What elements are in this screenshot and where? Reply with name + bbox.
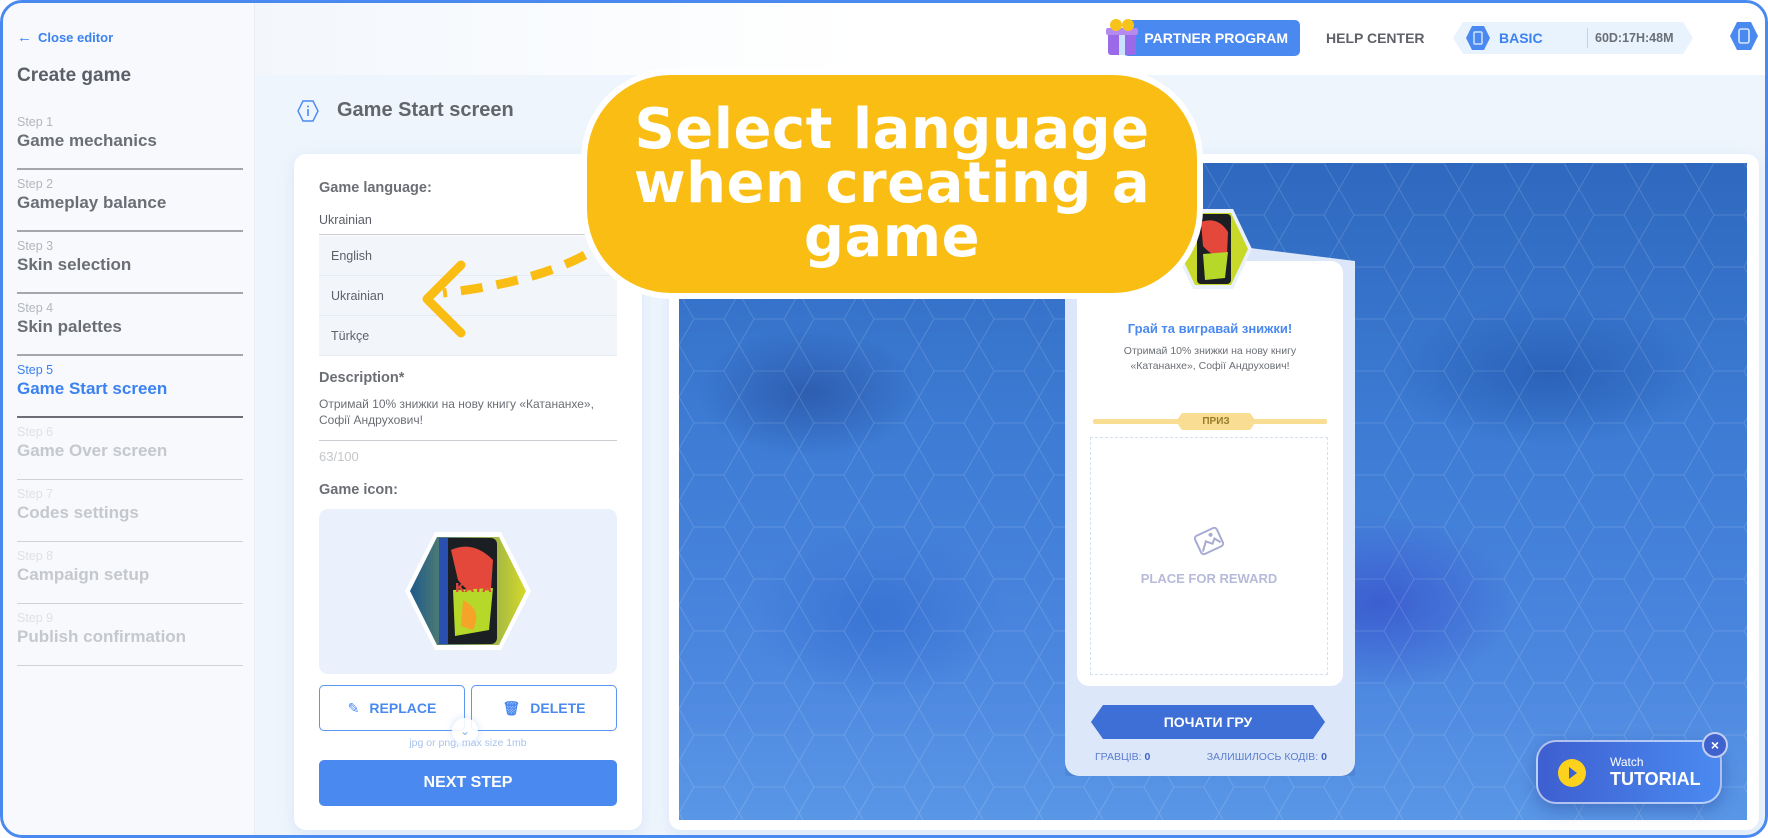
step-number: Step 1	[17, 115, 54, 129]
players-stat: ГРАВЦІВ: 0	[1095, 751, 1150, 763]
step-item-disabled: Step 9 Publish confirmation	[17, 604, 243, 666]
step-number: Step 3	[17, 239, 54, 253]
tutorial-title: TUTORIAL	[1610, 769, 1701, 789]
preview-heading: Грай та вигравай знижки!	[1127, 321, 1293, 336]
prize-label: ПРИЗ	[1176, 413, 1256, 430]
game-stats: ГРАВЦІВ: 0 ЗАЛИШИЛОСЬ КОДІВ: 0	[1095, 751, 1327, 763]
step-label: Codes settings	[17, 503, 139, 522]
help-center-link[interactable]: HELP CENTER	[1326, 30, 1425, 46]
step-label: Gameplay balance	[17, 193, 167, 212]
tutorial-watch-label: Watch	[1610, 755, 1644, 769]
close-editor-link[interactable]: ← Close editor	[17, 30, 113, 45]
step-item[interactable]: Step 3 Skin selection	[17, 232, 243, 294]
codes-stat: ЗАЛИШИЛОСЬ КОДІВ: 0	[1207, 751, 1327, 763]
arrow-left-icon: ←	[17, 29, 32, 46]
step-label: Game Start screen	[17, 379, 168, 398]
replace-label: REPLACE	[369, 700, 437, 716]
step-label: Skin selection	[17, 255, 132, 274]
book-cover-image: КАТА	[405, 532, 531, 650]
game-icon-preview: КАТА	[319, 509, 617, 674]
step-number: Step 6	[17, 425, 54, 439]
step-number: Step 5	[17, 363, 54, 377]
trash-icon: 🗑	[502, 699, 521, 716]
info-icon[interactable]	[297, 99, 319, 122]
step-number: Step 8	[17, 549, 54, 563]
sidebar: ← Close editor Create game Step 1 Game me…	[3, 3, 255, 835]
reward-placeholder-label: PLACE FOR REWARD	[1140, 571, 1278, 586]
step-label: Game mechanics	[17, 131, 157, 150]
step-number: Step 9	[17, 611, 54, 625]
step-label: Campaign setup	[17, 565, 150, 584]
gift-icon	[1106, 19, 1138, 55]
step-item-disabled: Step 8 Campaign setup	[17, 542, 243, 604]
image-icon	[1193, 526, 1225, 556]
players-value: 0	[1144, 751, 1151, 763]
svg-text:КАТА: КАТА	[455, 581, 492, 595]
close-editor-label: Close editor	[38, 30, 114, 45]
step-item[interactable]: Step 1 Game mechanics	[17, 108, 243, 170]
players-label: ГРАВЦІВ:	[1095, 751, 1142, 763]
replace-icon-button[interactable]: ✎ REPLACE	[319, 685, 465, 731]
dashed-arrow-annotation	[422, 251, 588, 338]
description-field[interactable]: Отримай 10% знижки на нову книгу «Катана…	[319, 396, 617, 441]
delete-icon-button[interactable]: 🗑 DELETE	[471, 685, 617, 731]
plan-name: BASIC	[1499, 30, 1543, 46]
plan-divider	[1587, 28, 1588, 48]
description-char-count: 63/100	[319, 449, 359, 464]
play-icon	[1558, 759, 1586, 787]
step-number: Step 2	[17, 177, 54, 191]
plan-hex-icon	[1466, 26, 1490, 50]
codes-label: ЗАЛИШИЛОСЬ КОДІВ:	[1206, 751, 1319, 763]
game-icon-label: Game icon:	[319, 482, 398, 498]
page-title: Game Start screen	[337, 99, 514, 121]
step-number: Step 7	[17, 487, 54, 501]
language-label: Game language:	[319, 180, 432, 196]
sidebar-title: Create game	[17, 65, 132, 86]
start-game-button[interactable]: ПОЧАТИ ГРУ	[1091, 705, 1325, 739]
step-item-active[interactable]: Step 5 Game Start screen	[17, 356, 243, 418]
step-item-disabled: Step 6 Game Over screen	[17, 418, 243, 480]
callout-text: Select language when creating a game	[633, 97, 1151, 270]
watch-tutorial-button[interactable]: Watch TUTORIAL	[1536, 740, 1722, 804]
language-select[interactable]: Ukrainian	[319, 213, 617, 235]
app-window: ← Close editor Create game Step 1 Game me…	[0, 0, 1768, 838]
step-label: Publish confirmation	[17, 627, 187, 646]
step-label: Skin palettes	[17, 317, 122, 336]
next-step-button[interactable]: NEXT STEP	[319, 760, 617, 806]
steps-list: Step 1 Game mechanics Step 2 Gameplay bala…	[17, 108, 243, 666]
partner-program-button[interactable]: PARTNER PROGRAM	[1123, 20, 1300, 56]
page-header: Game Start screen	[297, 99, 514, 122]
step-number: Step 4	[17, 301, 54, 315]
file-hint: jpg or png, max size 1mb	[409, 737, 527, 749]
preview-description: Отримай 10% знижки на нову книгу «Катана…	[1123, 345, 1297, 372]
partner-program-label: PARTNER PROGRAM	[1144, 30, 1288, 46]
user-avatar-icon[interactable]	[1729, 21, 1759, 51]
plan-timer: 60D:17H:48M	[1595, 31, 1674, 45]
annotation-callout: Select language when creating a game	[581, 69, 1203, 299]
step-item-disabled: Step 7 Codes settings	[17, 480, 243, 542]
codes-value: 0	[1321, 751, 1327, 763]
delete-label: DELETE	[530, 700, 586, 716]
step-label: Game Over screen	[17, 441, 168, 460]
close-icon[interactable]: ×	[1702, 732, 1728, 758]
step-item[interactable]: Step 2 Gameplay balance	[17, 170, 243, 232]
description-label: Description*	[319, 370, 405, 386]
pencil-icon: ✎	[347, 699, 360, 716]
step-item[interactable]: Step 4 Skin palettes	[17, 294, 243, 356]
